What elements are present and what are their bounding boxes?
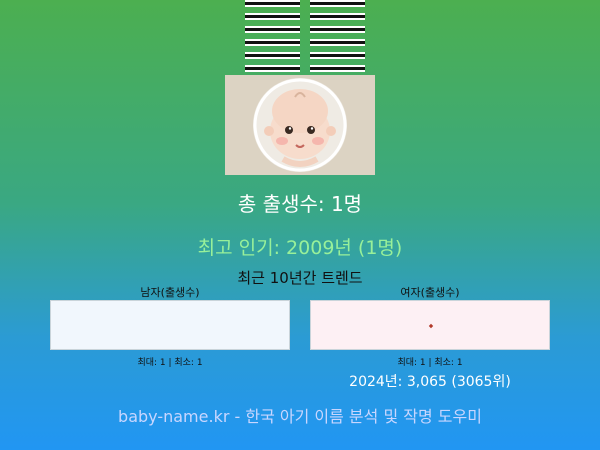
female-trend-chart — [310, 300, 550, 350]
female-chart-area — [428, 323, 434, 329]
hexagram-line — [245, 52, 365, 59]
hexagram-line — [245, 39, 365, 46]
female-latest-stat: 2024년: 3,065 (3065위) — [349, 374, 511, 390]
hexagram-line — [245, 26, 365, 33]
data-point — [428, 323, 434, 329]
total-births: 총 출생수: 1명 — [237, 192, 363, 216]
footer-text: baby-name.kr - 한국 아기 이름 분석 및 작명 도우미 — [118, 407, 482, 426]
male-trend-chart — [50, 300, 290, 350]
baby-face-icon — [253, 78, 347, 172]
hexagram-line — [245, 13, 365, 20]
hexagram-icon — [245, 0, 365, 72]
male-panel-title: 남자(출생수) — [140, 286, 200, 299]
hexagram-line — [245, 0, 365, 7]
male-chart-area — [51, 301, 291, 351]
male-stats: 최대: 1 | 최소: 1 — [137, 358, 203, 368]
female-stats: 최대: 1 | 최소: 1 — [397, 358, 463, 368]
baby-portrait — [225, 75, 375, 175]
top-popularity: 최고 인기: 2009년 (1명) — [197, 237, 403, 259]
female-panel-title: 여자(출생수) — [400, 286, 460, 299]
hexagram-line — [245, 65, 365, 72]
